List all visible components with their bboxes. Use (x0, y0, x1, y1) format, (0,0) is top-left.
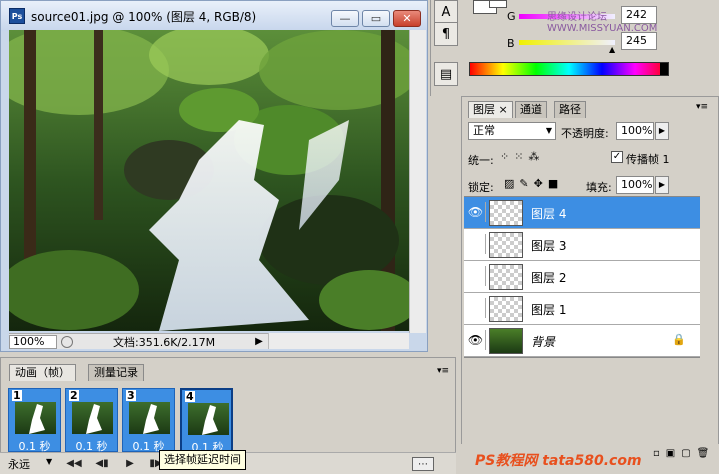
blend-mode-value: 正常 (473, 124, 495, 137)
maximize-button[interactable]: ▭ (362, 10, 390, 27)
layer-row[interactable]: 图层 3 (464, 229, 700, 261)
b-slider[interactable] (519, 40, 615, 45)
opacity-label: 不透明度: (561, 127, 609, 140)
tooltip: 选择帧延迟时间 (159, 450, 246, 470)
zoom-field[interactable]: 100% (9, 334, 57, 349)
layer-row[interactable]: 👁 背景 🔒 (464, 325, 700, 357)
vertical-scrollbar[interactable] (409, 30, 426, 333)
panel-dock-strip: A ¶ ▤ (430, 0, 460, 96)
layer-row[interactable]: 👁 图层 4 (464, 197, 700, 229)
paragraph-panel-icon[interactable]: ¶ (434, 22, 458, 46)
character-panel-icon[interactable]: A (434, 0, 458, 24)
document-titlebar[interactable]: Ps source01.jpg @ 100% (图层 4, RGB/8) — ▭… (1, 1, 427, 31)
layer-name: 图层 3 (531, 239, 567, 253)
photoshop-icon: Ps (9, 8, 25, 24)
opacity-field[interactable]: 100% (616, 122, 654, 140)
g-label: G (507, 10, 516, 23)
tab-measurement-log[interactable]: 测量记录 (88, 364, 144, 381)
lock-label: 锁定: (468, 181, 494, 194)
fill-arrow-icon[interactable]: ▶ (655, 176, 669, 194)
layer-thumbnail (489, 296, 523, 322)
b-label: B (507, 37, 515, 50)
blend-mode-select[interactable]: 正常 ▼ (468, 122, 556, 140)
visibility-toggle[interactable] (466, 234, 486, 254)
g-value-field[interactable]: 242 (621, 6, 657, 24)
frame-number: 4 (185, 390, 195, 403)
waterfall-image (9, 30, 409, 331)
chevron-down-icon: ▼ (545, 126, 552, 135)
tab-layers-label: 图层 (473, 103, 495, 116)
frame-number: 3 (126, 389, 136, 402)
color-panel: G 思缘设计论坛 WWW.MISSYUAN.COM 242 B ▲ 245 (461, 0, 719, 90)
panel-menu-icon[interactable]: ▾≡ (437, 366, 449, 376)
layer-name: 图层 4 (531, 207, 567, 221)
frame-thumbnail (188, 403, 229, 435)
layer-thumbnail (489, 232, 523, 258)
frame-thumbnail (72, 402, 113, 434)
image-canvas[interactable] (9, 30, 409, 331)
tab-paths[interactable]: 路径 (554, 101, 586, 118)
background-swatch[interactable] (489, 0, 507, 8)
visibility-toggle[interactable] (466, 298, 486, 318)
tab-animation[interactable]: 动画（帧） (9, 364, 76, 381)
info-panel-icon[interactable]: ▤ (434, 62, 458, 86)
layer-thumbnail (489, 328, 523, 354)
first-frame-icon[interactable]: ◀◀ (66, 457, 82, 471)
lock-icons[interactable]: ▨✎✥■ (504, 177, 563, 190)
layers-menu-icon[interactable]: ▾≡ (696, 102, 708, 112)
color-ramp[interactable] (469, 62, 669, 76)
close-button[interactable]: ✕ (393, 10, 421, 27)
frame-thumbnail (15, 402, 56, 434)
layer-thumbnail (489, 200, 523, 226)
status-menu-arrow-icon[interactable]: ▶ (255, 336, 263, 347)
tab-layers[interactable]: 图层 × (468, 101, 513, 118)
lock-icon: 🔒 (672, 333, 686, 346)
animation-frame[interactable]: 2 0.1 秒 (65, 388, 118, 453)
tween-icon[interactable]: ⋯ (412, 457, 434, 471)
propagate-label: 传播帧 1 (626, 153, 670, 166)
frame-thumbnail (129, 402, 170, 434)
tab-channels[interactable]: 通道 (515, 101, 547, 118)
layer-row[interactable]: 图层 2 (464, 261, 700, 293)
b-value-field[interactable]: 245 (621, 32, 657, 50)
prev-frame-icon[interactable]: ◀▮ (94, 457, 110, 471)
minimize-button[interactable]: — (331, 10, 359, 27)
layer-name: 图层 2 (531, 271, 567, 285)
watermark-bottom: PS教程网 tata580.com (475, 453, 642, 469)
animation-frame[interactable]: 4 0.1 秒 (180, 388, 233, 454)
layer-action-icons[interactable]: ▫▣▢🗑 (653, 448, 715, 459)
layer-row[interactable]: 图层 1 (464, 293, 700, 325)
propagate-checkbox[interactable]: ✓ (611, 151, 623, 163)
fill-label: 填充: (586, 181, 612, 194)
animation-frame[interactable]: 1 0.1 秒 (8, 388, 61, 453)
unify-icons[interactable]: ⁘⁙⁂ (500, 150, 544, 163)
layer-name: 背景 (531, 335, 556, 349)
visibility-eye-icon[interactable]: 👁 (466, 330, 486, 350)
layer-thumbnail (489, 264, 523, 290)
layers-footer: PS教程网 tata580.com ▫▣▢🗑 (461, 444, 719, 474)
opacity-arrow-icon[interactable]: ▶ (655, 122, 669, 140)
animation-frame[interactable]: 3 0.1 秒 (122, 388, 175, 453)
doc-info: 文档:351.6K/2.17M (113, 335, 216, 349)
visibility-toggle[interactable] (466, 266, 486, 286)
fill-field[interactable]: 100% (616, 176, 654, 194)
loop-select[interactable]: 永远 (8, 456, 30, 472)
visibility-eye-icon[interactable]: 👁 (466, 202, 486, 222)
play-icon[interactable]: ▶ (122, 457, 138, 471)
zoom-icon[interactable] (61, 335, 73, 348)
frame-number: 1 (12, 389, 22, 402)
unify-label: 统一: (468, 154, 494, 167)
document-title: source01.jpg @ 100% (图层 4, RGB/8) (31, 9, 257, 24)
layer-name: 图层 1 (531, 303, 567, 317)
horizontal-scrollbar[interactable] (268, 333, 409, 349)
loop-dropdown-icon[interactable]: ▼ (46, 457, 52, 466)
b-slider-thumb-icon[interactable]: ▲ (609, 45, 615, 54)
frame-number: 2 (69, 389, 79, 402)
